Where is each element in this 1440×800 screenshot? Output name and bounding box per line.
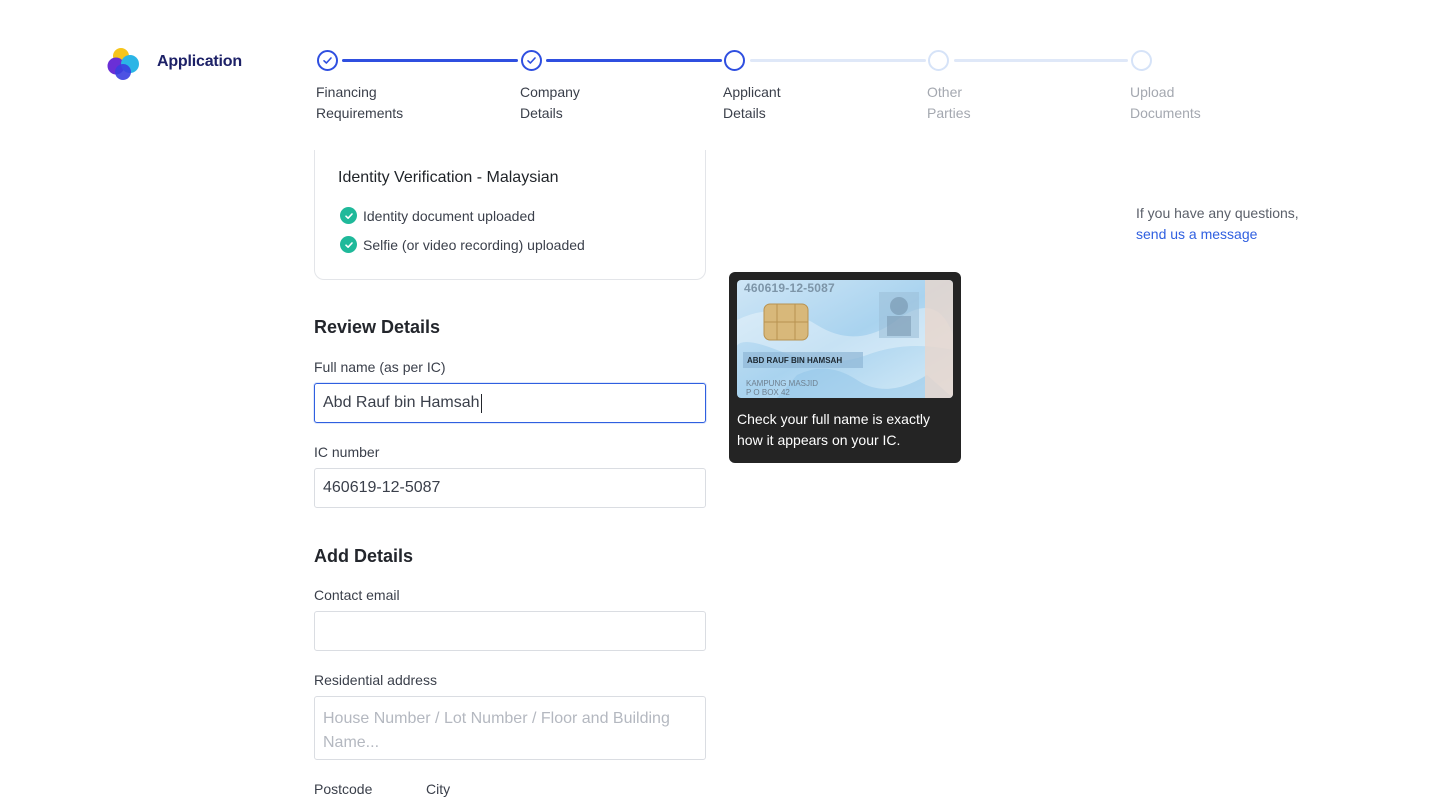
step-upload-documents: Upload Documents [1130,84,1201,121]
text-caret [480,393,482,413]
contact-email-input[interactable] [314,611,706,651]
help-text: If you have any questions, send us a mes… [1136,203,1299,245]
residential-address-label: Residential address [314,672,437,688]
app-logo [107,47,143,81]
full-name-label: Full name (as per IC) [314,359,446,375]
step-upcoming-icon [928,50,949,71]
step-current-icon [724,50,745,71]
step-connector [750,59,926,62]
step-connector [954,59,1128,62]
ic-card-image: 460619-12-5087 ABD RAUF BIN HAMSAH KAMPU… [737,280,953,398]
contact-email-label: Contact email [314,587,400,603]
send-message-link[interactable]: send us a message [1136,224,1299,245]
ic-number-input[interactable]: 460619-12-5087 [314,468,706,508]
ic-number-label: IC number [314,444,380,460]
step-complete-icon [521,50,542,71]
ic-card-address-line: P O BOX 42 [746,388,790,397]
step-financing-requirements[interactable]: Financing Requirements [316,82,466,124]
city-label: City [426,781,451,797]
check-circle-icon [340,236,357,253]
step-complete-icon [317,50,338,71]
step-company-details[interactable]: Company Details [520,82,670,124]
check-circle-icon [340,207,357,224]
app-title: Application [157,53,242,70]
residential-address-input[interactable]: House Number / Lot Number / Floor and Bu… [314,696,706,760]
add-details-heading: Add Details [314,546,414,566]
identity-verification-card: Identity Verification - Malaysian Identi… [314,150,706,280]
identity-verification-title: Identity Verification - Malaysian [338,169,559,186]
ic-card-name: ABD RAUF BIN HAMSAH [747,356,843,365]
step-connector [342,59,518,62]
review-details-heading: Review Details [314,317,441,337]
step-connector [546,59,722,62]
ic-name-tooltip: 460619-12-5087 ABD RAUF BIN HAMSAH KAMPU… [729,272,961,463]
progress-stepper: Financing Requirements Company Details A… [316,48,1216,128]
step-applicant-details: Applicant Details [723,84,781,121]
ic-card-number: 460619-12-5087 [744,281,835,295]
step-other-parties: Other Parties [927,84,971,121]
postcode-label: Postcode [314,781,373,797]
ic-card-address-line: KAMPUNG MASJID [746,379,819,388]
selfie-status: Selfie (or video recording) uploaded [340,236,585,253]
step-upcoming-icon [1131,50,1152,71]
tooltip-message: Check your full name is exactly how it a… [737,411,930,448]
full-name-input[interactable]: Abd Rauf bin Hamsah [314,383,706,423]
identity-doc-status: Identity document uploaded [340,207,535,224]
